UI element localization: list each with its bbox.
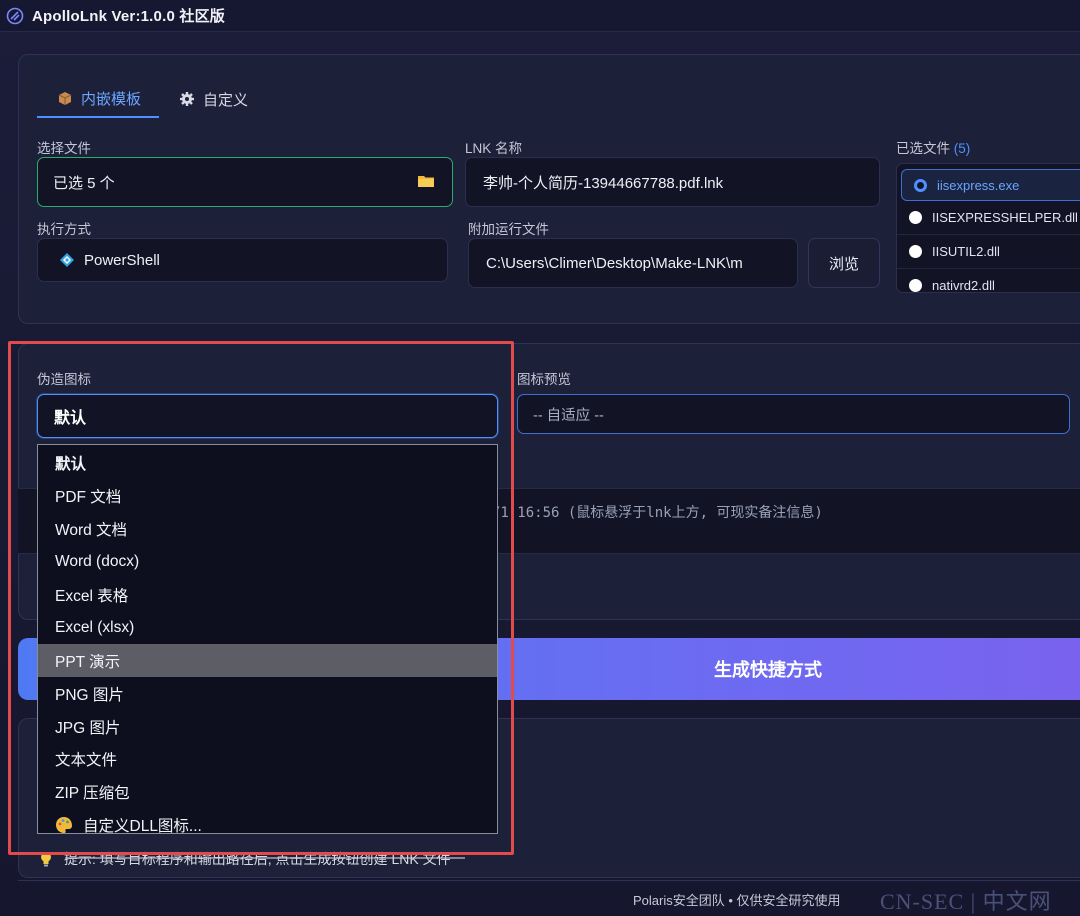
lnk-name-input[interactable]: 李帅-个人简历-13944667788.pdf.lnk: [465, 157, 880, 207]
radio-button[interactable]: [909, 245, 922, 258]
extra-file-input[interactable]: C:\Users\Climer\Desktop\Make-LNK\m: [468, 238, 798, 288]
dropdown-option-pdf[interactable]: PDF 文档: [38, 480, 497, 513]
radio-button[interactable]: [909, 279, 922, 292]
box-icon: [58, 92, 72, 105]
tab-custom[interactable]: 自定义: [159, 80, 266, 118]
hint-overlay: [65, 857, 465, 859]
selected-files-label: 已选文件 (5): [896, 141, 971, 156]
hint-text: 提示: 填写目标程序和输出路径后, 点击生成按钮创建 LNK 文件: [40, 849, 451, 869]
exec-mode-label: 执行方式: [37, 222, 91, 237]
list-item[interactable]: nativrd2.dll: [897, 269, 1080, 292]
select-file-field[interactable]: 已选 5 个: [37, 157, 453, 207]
dropdown-option-xlsx[interactable]: Excel (xlsx): [38, 611, 497, 644]
icon-preview-value: -- 自适应 --: [533, 407, 604, 424]
dropdown-option-text[interactable]: 文本文件: [38, 743, 497, 776]
fake-icon-select[interactable]: 默认: [37, 394, 498, 438]
select-file-label: 选择文件: [37, 141, 91, 156]
lightbulb-icon: [41, 852, 51, 867]
app-logo-icon: [6, 7, 24, 24]
tab-label: 内嵌模板: [81, 90, 142, 108]
list-item[interactable]: IISEXPRESSHELPER.dll: [897, 201, 1080, 235]
list-item[interactable]: IISUTIL2.dll: [897, 235, 1080, 269]
dropdown-option-png[interactable]: PNG 图片: [38, 677, 497, 710]
gear-icon: [180, 92, 195, 106]
icon-preview-label: 图标预览: [517, 372, 571, 387]
radio-button[interactable]: [909, 211, 922, 224]
dropdown-option-ppt[interactable]: PPT 演示: [38, 644, 497, 678]
browse-button[interactable]: 浏览: [808, 238, 880, 288]
folder-icon[interactable]: [418, 175, 434, 187]
list-item[interactable]: iisexpress.exe: [901, 169, 1080, 201]
palette-icon: [56, 817, 72, 834]
app-title: ApolloLnk Ver:1.0.0 社区版: [32, 8, 225, 25]
icon-preview-select[interactable]: -- 自适应 --: [517, 394, 1070, 434]
extra-file-value: C:\Users\Climer\Desktop\Make-LNK\m: [486, 254, 743, 272]
title-bar: ApolloLnk Ver:1.0.0 社区版: [0, 0, 1080, 32]
fake-icon-dropdown: 默认 PDF 文档 Word 文档 Word (docx) Excel 表格 E…: [37, 444, 498, 835]
remark-text: /1 16:56 (鼠标悬浮于lnk上方, 可现实备注信息): [492, 505, 823, 521]
dropdown-option-default[interactable]: 默认: [38, 447, 497, 480]
dropdown-option-excel[interactable]: Excel 表格: [38, 579, 497, 612]
radio-button[interactable]: [914, 178, 927, 192]
dropdown-option-jpg[interactable]: JPG 图片: [38, 710, 497, 743]
fake-icon-value: 默认: [54, 410, 87, 427]
generate-button-label: 生成快捷方式: [714, 660, 822, 680]
tab-builtin-template[interactable]: 内嵌模板: [37, 80, 160, 118]
select-file-value: 已选 5 个: [53, 174, 115, 192]
dropdown-option-word[interactable]: Word 文档: [38, 513, 497, 546]
dropdown-option-custom-dll[interactable]: 自定义DLL图标...: [38, 809, 497, 842]
watermark: CN-SEC | 中文网: [880, 889, 1052, 914]
tab-label: 自定义: [203, 91, 249, 109]
selected-files-list[interactable]: iisexpress.exe IISEXPRESSHELPER.dll IISU…: [896, 163, 1080, 293]
exec-mode-select[interactable]: PowerShell: [37, 238, 448, 282]
lnk-name-label: LNK 名称: [465, 141, 523, 156]
powershell-icon: [60, 253, 74, 267]
exec-mode-value: PowerShell: [84, 251, 160, 269]
footer-text: Polaris安全团队 • 仅供安全研究使用: [633, 893, 841, 908]
tab-bar: 内嵌模板 自定义: [37, 80, 266, 120]
dropdown-option-docx[interactable]: Word (docx): [38, 546, 497, 579]
lnk-name-value: 李帅-个人简历-13944667788.pdf.lnk: [483, 174, 724, 192]
dropdown-option-zip[interactable]: ZIP 压缩包: [38, 776, 497, 809]
selected-files-count: (5): [953, 141, 971, 156]
footer-divider: [18, 880, 1080, 881]
fake-icon-label: 伪造图标: [37, 372, 91, 387]
extra-file-label: 附加运行文件: [468, 222, 549, 237]
